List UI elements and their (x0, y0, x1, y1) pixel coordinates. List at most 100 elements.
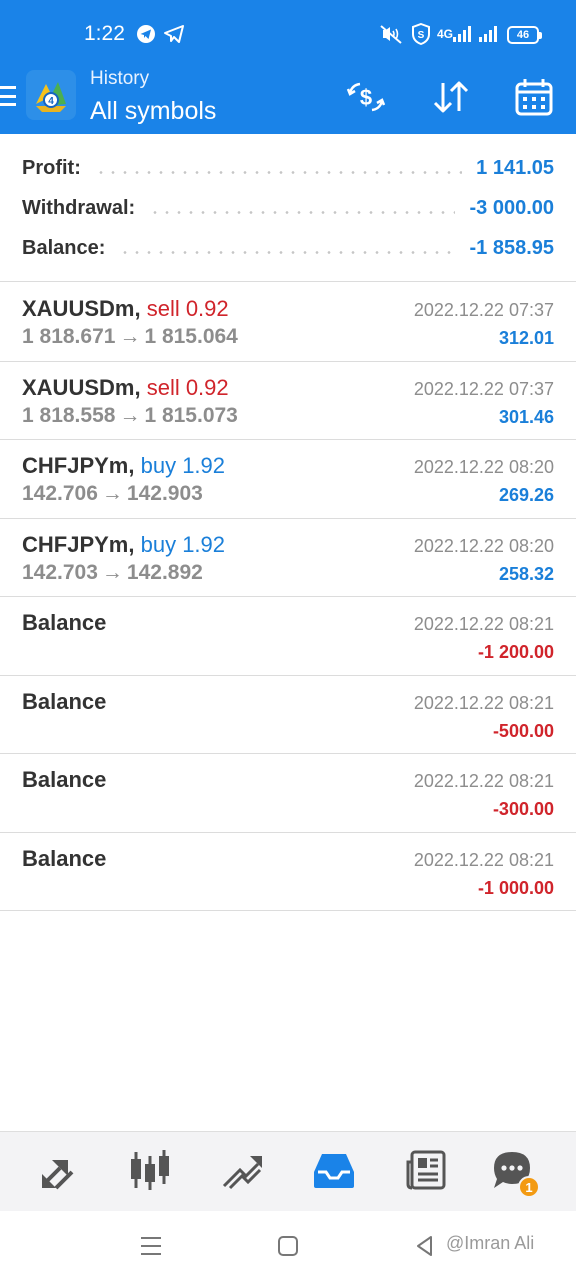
telegram-icon (136, 22, 156, 46)
top-bar: 1:22 S 4G 46 4 History All symbols $ (0, 0, 576, 134)
menu-icon[interactable] (0, 84, 18, 108)
deal-row[interactable]: CHFJPYm, buy 1.92 142.706 → 142.903 2022.1… (0, 440, 576, 519)
deal-datetime: 2022.12.22 07:37 (413, 378, 554, 399)
deal-row[interactable]: XAUUSDm, sell 0.92 1 818.558 → 1 815.073 2… (0, 362, 576, 440)
deal-datetime: 2022.12.22 08:20 (413, 457, 554, 477)
summary-profit-row: Profit: 1 141.05 (22, 153, 554, 183)
deal-datetime: 2022.12.22 08:20 (413, 535, 554, 556)
svg-text:$: $ (360, 85, 372, 110)
deal-symbol: XAUUSDm, (22, 374, 141, 400)
balance-row-label: Balance (22, 767, 107, 792)
deal-amount: -500.00 (492, 720, 554, 741)
deal-close-price: 1 815.073 (144, 403, 238, 427)
deals-list: XAUUSDm, sell 0.92 1 818.671 → 1 815.064 2… (0, 283, 576, 911)
deal-prices: 1 818.671 → 1 815.064 (22, 325, 238, 349)
summary-balance-row: Balance: -1 858.95 (22, 233, 554, 263)
deal-datetime: 2022.12.22 08:21 (413, 614, 554, 634)
mute-icon (378, 22, 404, 46)
chart-icon[interactable] (126, 1146, 174, 1194)
deal-symbol-line: XAUUSDm, sell 0.92 (22, 296, 229, 322)
dotted-leader (119, 250, 456, 254)
header-title[interactable]: All symbols (90, 97, 216, 126)
recents-icon[interactable] (136, 1233, 166, 1259)
balance-row-label: Balance (22, 688, 107, 714)
trade-icon[interactable] (218, 1146, 266, 1194)
svg-text:S: S (418, 30, 425, 41)
header-subtitle: History (90, 68, 150, 89)
deal-symbol-line: XAUUSDm, sell 0.92 (22, 375, 229, 401)
deal-close-price: 1 815.064 (144, 325, 238, 348)
balance-row[interactable]: Balance 2022.12.22 08:21 -500.00 (0, 676, 576, 754)
quotes-icon[interactable] (34, 1146, 82, 1194)
status-time: 1:22 (84, 22, 125, 45)
deal-symbol: CHFJPYm, (22, 531, 135, 557)
deal-prices: 1 818.558 → 1 815.073 (22, 404, 238, 428)
deal-amount: 312.01 (498, 328, 554, 348)
watermark-text: @Imran Ali (446, 1233, 535, 1253)
deal-amount: 258.32 (498, 563, 554, 584)
currency-exchange-icon[interactable]: $ (343, 74, 389, 120)
app-logo-icon: 4 (26, 70, 76, 120)
chat-badge: 1 (518, 1176, 540, 1198)
deal-symbol-line: CHFJPYm, buy 1.92 (22, 453, 225, 479)
shield-icon: S (411, 22, 431, 46)
deal-datetime: 2022.12.22 08:21 (413, 692, 554, 713)
deal-row[interactable]: CHFJPYm, buy 1.92 142.703 → 142.892 2022.1… (0, 519, 576, 597)
deal-row[interactable]: XAUUSDm, sell 0.92 1 818.671 → 1 815.064 2… (0, 283, 576, 362)
deal-action: buy 1.92 (140, 531, 226, 557)
balance-row[interactable]: Balance 2022.12.22 08:21 -1 000.00 (0, 833, 576, 911)
deal-open-price: 1 818.558 (22, 403, 116, 427)
deal-prices: 142.706 → 142.903 (22, 482, 203, 506)
signal-icon (452, 22, 472, 46)
news-icon[interactable] (402, 1146, 450, 1194)
back-icon[interactable] (410, 1233, 440, 1259)
deal-action: buy 1.92 (140, 453, 226, 478)
deal-arrow: → (101, 560, 123, 584)
sort-icon[interactable] (428, 74, 474, 120)
deal-symbol: CHFJPYm, (22, 453, 135, 478)
deal-arrow: → (101, 482, 123, 505)
deal-datetime: 2022.12.22 08:21 (413, 849, 554, 870)
balance-row-label: Balance (22, 610, 107, 635)
withdrawal-value: -3 000.00 (469, 196, 554, 219)
deal-datetime: 2022.12.22 07:37 (413, 300, 554, 320)
deal-close-price: 142.892 (126, 560, 203, 584)
bottom-tab-bar: 1 (0, 1131, 576, 1211)
profit-label: Profit: (22, 156, 81, 179)
home-icon[interactable] (273, 1233, 303, 1259)
deal-open-price: 1 818.671 (22, 325, 116, 348)
summary-withdrawal-row: Withdrawal: -3 000.00 (22, 193, 554, 223)
history-icon[interactable] (310, 1146, 358, 1194)
withdrawal-label: Withdrawal: (22, 196, 136, 219)
deal-open-price: 142.703 (22, 560, 98, 584)
deal-arrow: → (119, 403, 141, 427)
deal-amount: 301.46 (498, 406, 554, 427)
deal-datetime: 2022.12.22 08:21 (413, 771, 554, 791)
battery-indicator: 46 (507, 26, 542, 44)
deal-prices: 142.703 → 142.892 (22, 561, 203, 585)
deal-close-price: 142.903 (126, 482, 203, 505)
deal-amount: -1 000.00 (477, 877, 554, 898)
summary-panel: Profit: 1 141.05 Withdrawal: -3 000.00 B… (0, 134, 576, 282)
chat-icon[interactable]: 1 (488, 1146, 540, 1198)
deal-amount: -1 200.00 (477, 642, 554, 662)
app-bar: 4 History All symbols $ (0, 68, 576, 134)
deal-amount: -300.00 (492, 799, 554, 819)
deal-open-price: 142.706 (22, 482, 98, 505)
signal-icon-2 (478, 22, 498, 46)
system-nav-bar: @Imran Ali (0, 1211, 576, 1280)
svg-text:4: 4 (48, 96, 54, 107)
calendar-icon[interactable] (511, 74, 557, 120)
deal-symbol: XAUUSDm, (22, 296, 141, 321)
send-icon (163, 22, 185, 46)
balance-row[interactable]: Balance 2022.12.22 08:21 -1 200.00 (0, 597, 576, 676)
balance-row-label: Balance (22, 845, 107, 871)
balance-value: -1 858.95 (469, 236, 554, 259)
status-bar: 1:22 S 4G 46 (0, 0, 576, 70)
dotted-leader (94, 170, 463, 174)
profit-value: 1 141.05 (476, 156, 554, 179)
deal-arrow: → (119, 325, 141, 348)
dotted-leader (149, 210, 456, 214)
balance-row[interactable]: Balance 2022.12.22 08:21 -300.00 (0, 754, 576, 833)
deal-symbol-line: CHFJPYm, buy 1.92 (22, 532, 225, 558)
